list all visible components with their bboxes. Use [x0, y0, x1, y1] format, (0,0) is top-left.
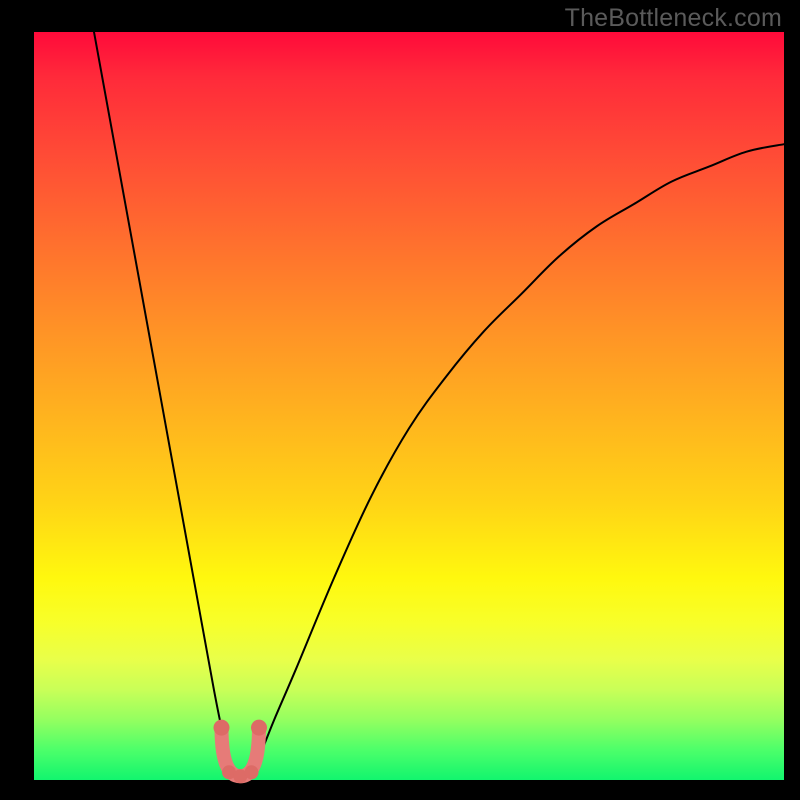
- chart-frame: TheBottleneck.com: [0, 0, 800, 800]
- optimal-marker-dot-right: [251, 720, 267, 736]
- optimal-marker-dot-left: [214, 720, 230, 736]
- curve-layer: [34, 32, 784, 780]
- optimal-marker-dot-b3: [245, 765, 259, 779]
- plot-area: [34, 32, 784, 780]
- watermark-text: TheBottleneck.com: [565, 4, 782, 33]
- bottleneck-curve: [94, 32, 784, 776]
